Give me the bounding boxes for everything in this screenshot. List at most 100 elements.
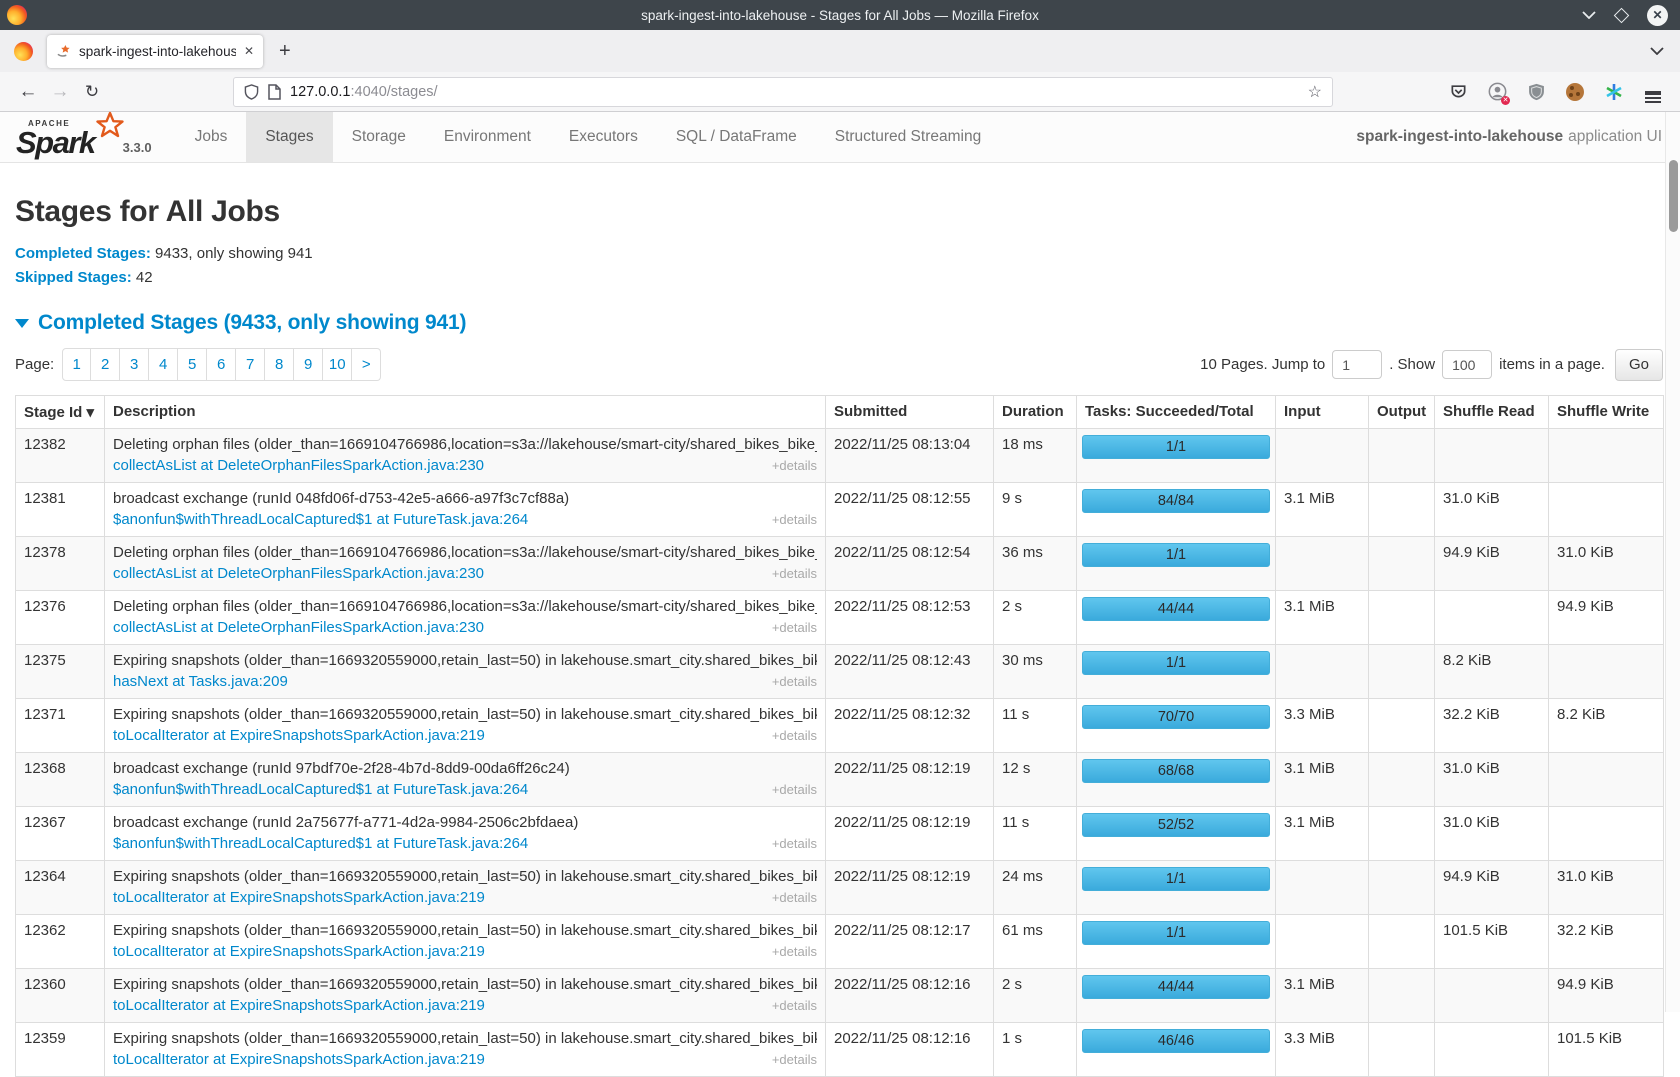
jump-page-input[interactable]: [1332, 350, 1382, 379]
stage-id-cell: 12375: [16, 645, 105, 699]
page-link[interactable]: 8: [265, 348, 294, 381]
asterisk-extension-icon[interactable]: [1603, 81, 1625, 103]
details-toggle[interactable]: +details: [772, 728, 817, 743]
submitted-cell: 2022/11/25 08:12:19: [826, 861, 994, 915]
page-link[interactable]: 4: [149, 348, 178, 381]
stage-callsite-link[interactable]: toLocalIterator at ExpireSnapshotsSparkA…: [113, 997, 485, 1014]
page-link[interactable]: 10: [323, 348, 352, 381]
stage-callsite-link[interactable]: toLocalIterator at ExpireSnapshotsSparkA…: [113, 943, 485, 960]
details-toggle[interactable]: +details: [772, 620, 817, 635]
url-bar[interactable]: 127.0.0.1:4040/stages/ ☆: [233, 77, 1333, 107]
reload-button[interactable]: ↻: [76, 82, 108, 102]
collapse-arrow-icon: [15, 319, 29, 328]
description-cell: Expiring snapshots (older_than=166932055…: [105, 645, 826, 699]
details-toggle[interactable]: +details: [772, 512, 817, 527]
submitted-cell: 2022/11/25 08:13:04: [826, 429, 994, 483]
completed-stages-section-toggle[interactable]: Completed Stages (9433, only showing 941…: [15, 311, 1663, 335]
stage-callsite-link[interactable]: $anonfun$withThreadLocalCaptured$1 at Fu…: [113, 511, 528, 528]
go-button[interactable]: Go: [1615, 349, 1663, 381]
details-toggle[interactable]: +details: [772, 566, 817, 581]
menu-hamburger-icon[interactable]: [1642, 81, 1664, 103]
stage-callsite-link[interactable]: toLocalIterator at ExpireSnapshotsSparkA…: [113, 1051, 485, 1068]
details-toggle[interactable]: +details: [772, 458, 817, 473]
details-toggle[interactable]: +details: [772, 1052, 817, 1067]
tab-close-icon[interactable]: ✕: [244, 45, 254, 57]
output-cell: [1369, 429, 1435, 483]
tasks-cell: 44/44: [1077, 591, 1276, 645]
page-link[interactable]: 5: [178, 348, 207, 381]
page-link[interactable]: >: [352, 348, 381, 381]
shuffle-write-cell: 94.9 KiB: [1549, 591, 1664, 645]
nav-item-label: Structured Streaming: [835, 128, 981, 146]
stage-callsite-link[interactable]: toLocalIterator at ExpireSnapshotsSparkA…: [113, 727, 485, 744]
input-cell: 3.1 MiB: [1276, 807, 1369, 861]
header-input[interactable]: Input: [1276, 396, 1369, 429]
page-link[interactable]: 3: [120, 348, 149, 381]
pocket-icon[interactable]: [1447, 81, 1469, 103]
account-icon[interactable]: ✕: [1486, 81, 1508, 103]
nav-item-environment[interactable]: Environment: [425, 112, 550, 162]
header-description[interactable]: Description: [105, 396, 826, 429]
cookie-extension-icon[interactable]: [1564, 81, 1586, 103]
nav-item-storage[interactable]: Storage: [333, 112, 425, 162]
nav-item-structured-streaming[interactable]: Structured Streaming: [816, 112, 1000, 162]
page-link[interactable]: 6: [207, 348, 236, 381]
page-link[interactable]: 9: [294, 348, 323, 381]
stage-callsite-link[interactable]: collectAsList at DeleteOrphanFilesSparkA…: [113, 565, 484, 582]
nav-item-executors[interactable]: Executors: [550, 112, 657, 162]
header-submitted[interactable]: Submitted: [826, 396, 994, 429]
page-info-icon[interactable]: [268, 84, 281, 100]
details-toggle[interactable]: +details: [772, 998, 817, 1013]
page-link[interactable]: 7: [236, 348, 265, 381]
stage-callsite-link[interactable]: collectAsList at DeleteOrphanFilesSparkA…: [113, 457, 484, 474]
stage-callsite-link[interactable]: hasNext at Tasks.java:209: [113, 673, 288, 690]
forward-button[interactable]: →: [44, 81, 76, 103]
header-stage-id[interactable]: Stage Id ▾: [16, 396, 105, 429]
completed-stages-link[interactable]: Completed Stages:: [15, 245, 151, 262]
window-maximize-icon[interactable]: [1614, 7, 1630, 23]
new-tab-button[interactable]: +: [279, 41, 291, 61]
ublock-shield-icon[interactable]: [1525, 81, 1547, 103]
details-toggle[interactable]: +details: [772, 674, 817, 689]
scrollbar-thumb[interactable]: [1669, 160, 1678, 232]
header-duration[interactable]: Duration: [994, 396, 1077, 429]
nav-item-sql-dataframe[interactable]: SQL / DataFrame: [657, 112, 816, 162]
stage-callsite-link[interactable]: toLocalIterator at ExpireSnapshotsSparkA…: [113, 889, 485, 906]
shield-permissions-icon[interactable]: [244, 84, 259, 100]
bookmark-star-icon[interactable]: ☆: [1308, 82, 1322, 102]
details-toggle[interactable]: +details: [772, 782, 817, 797]
header-shuffle-read[interactable]: Shuffle Read: [1435, 396, 1549, 429]
page-content: Stages for All Jobs Completed Stages: 94…: [0, 195, 1680, 1077]
items-per-page-input[interactable]: [1442, 350, 1492, 379]
stage-callsite-link[interactable]: $anonfun$withThreadLocalCaptured$1 at Fu…: [113, 835, 528, 852]
url-host: 127.0.0.1: [290, 84, 350, 100]
tab-list-chevron-icon[interactable]: [1650, 47, 1664, 55]
page-link[interactable]: 2: [91, 348, 120, 381]
task-progress-bar: 44/44: [1082, 597, 1270, 621]
back-button[interactable]: ←: [12, 81, 44, 103]
skipped-stages-summary: Skipped Stages: 42: [15, 269, 1663, 286]
task-progress-bar: 46/46: [1082, 1029, 1270, 1053]
page-link[interactable]: 1: [62, 348, 91, 381]
header-output[interactable]: Output: [1369, 396, 1435, 429]
scrollbar-track[interactable]: [1665, 112, 1680, 1012]
stage-id-cell: 12362: [16, 915, 105, 969]
window-shade-icon[interactable]: [1582, 11, 1596, 19]
tasks-cell: 44/44: [1077, 969, 1276, 1023]
description-cell: Expiring snapshots (older_than=166932055…: [105, 1023, 826, 1077]
skipped-stages-link[interactable]: Skipped Stages:: [15, 269, 132, 286]
nav-item-stages[interactable]: Stages: [246, 112, 332, 162]
window-close-icon[interactable]: ✕: [1647, 5, 1668, 26]
tasks-cell: 84/84: [1077, 483, 1276, 537]
browser-tab[interactable]: spark-ingest-into-lakehous ✕: [47, 35, 263, 68]
spark-logo[interactable]: APACHE Spark: [14, 112, 121, 162]
stage-callsite-link[interactable]: $anonfun$withThreadLocalCaptured$1 at Fu…: [113, 781, 528, 798]
header-shuffle-write[interactable]: Shuffle Write: [1549, 396, 1664, 429]
stage-description: Expiring snapshots (older_than=166932055…: [113, 922, 817, 939]
stage-callsite-link[interactable]: collectAsList at DeleteOrphanFilesSparkA…: [113, 619, 484, 636]
nav-item-jobs[interactable]: Jobs: [176, 112, 247, 162]
header-tasks[interactable]: Tasks: Succeeded/Total: [1077, 396, 1276, 429]
details-toggle[interactable]: +details: [772, 944, 817, 959]
details-toggle[interactable]: +details: [772, 836, 817, 851]
details-toggle[interactable]: +details: [772, 890, 817, 905]
